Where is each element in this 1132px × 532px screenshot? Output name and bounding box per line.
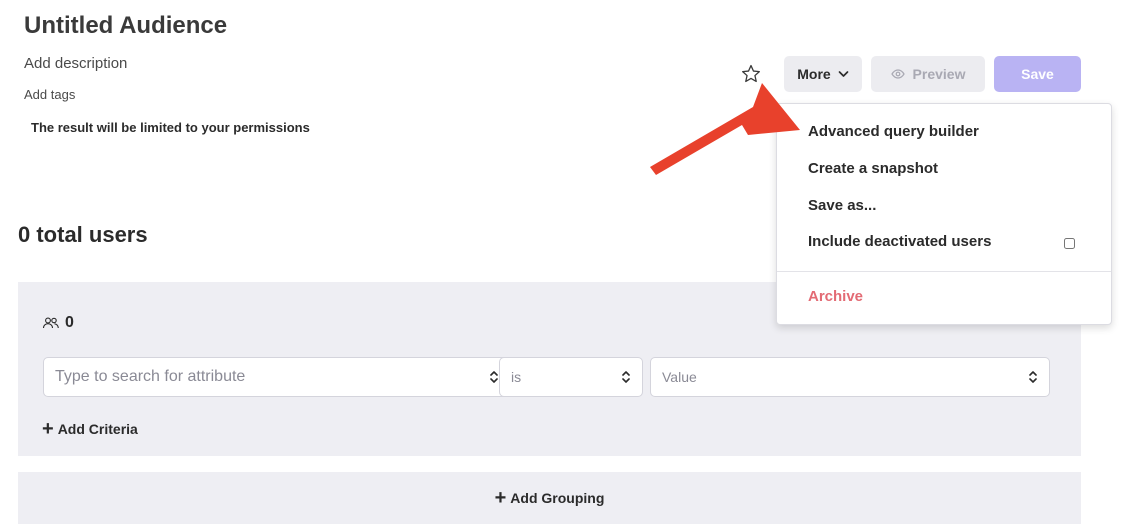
attribute-search-input[interactable]	[55, 368, 488, 386]
add-grouping-label: Add Grouping	[510, 490, 605, 506]
sort-arrows-icon	[1029, 371, 1037, 383]
attribute-select[interactable]	[43, 357, 511, 397]
save-button[interactable]: Save	[994, 56, 1081, 92]
preview-button-label: Preview	[912, 66, 966, 82]
add-criteria-label: Add Criteria	[57, 421, 138, 437]
eye-icon	[890, 69, 905, 79]
annotation-arrow-icon	[650, 83, 800, 175]
group-user-count: 0	[42, 314, 74, 332]
audience-title[interactable]: Untitled Audience	[24, 12, 227, 40]
menu-divider	[777, 271, 1111, 272]
plus-icon: +	[42, 418, 54, 440]
add-tags[interactable]: Add tags	[24, 87, 75, 102]
audience-editor: Untitled Audience Add description Add ta…	[0, 0, 1132, 532]
group-user-count-value: 0	[65, 314, 74, 331]
add-grouping-button[interactable]: + Add Grouping	[18, 472, 1081, 524]
menu-item-include-deactivated-users[interactable]: Include deactivated users	[808, 233, 991, 250]
menu-item-create-snapshot[interactable]: Create a snapshot	[808, 160, 938, 177]
menu-item-advanced-query-builder[interactable]: Advanced query builder	[808, 123, 979, 140]
menu-item-save-as[interactable]: Save as...	[808, 197, 876, 214]
more-dropdown-menu: Advanced query builder Create a snapshot…	[776, 103, 1112, 325]
operator-value: is	[511, 369, 522, 385]
users-icon	[42, 317, 59, 329]
total-users-heading: 0 total users	[18, 222, 148, 247]
menu-item-archive[interactable]: Archive	[808, 288, 863, 305]
sort-arrows-icon	[622, 371, 630, 383]
value-placeholder: Value	[662, 369, 697, 385]
permissions-note: The result will be limited to your permi…	[31, 120, 310, 135]
add-criteria-button[interactable]: + Add Criteria	[42, 418, 138, 440]
plus-icon: +	[494, 487, 507, 509]
chevron-down-icon	[838, 71, 849, 77]
add-description[interactable]: Add description	[24, 55, 127, 72]
value-select[interactable]: Value	[650, 357, 1050, 397]
operator-select[interactable]: is	[499, 357, 643, 397]
include-deactivated-checkbox[interactable]	[1064, 238, 1075, 249]
preview-button[interactable]: Preview	[871, 56, 985, 92]
